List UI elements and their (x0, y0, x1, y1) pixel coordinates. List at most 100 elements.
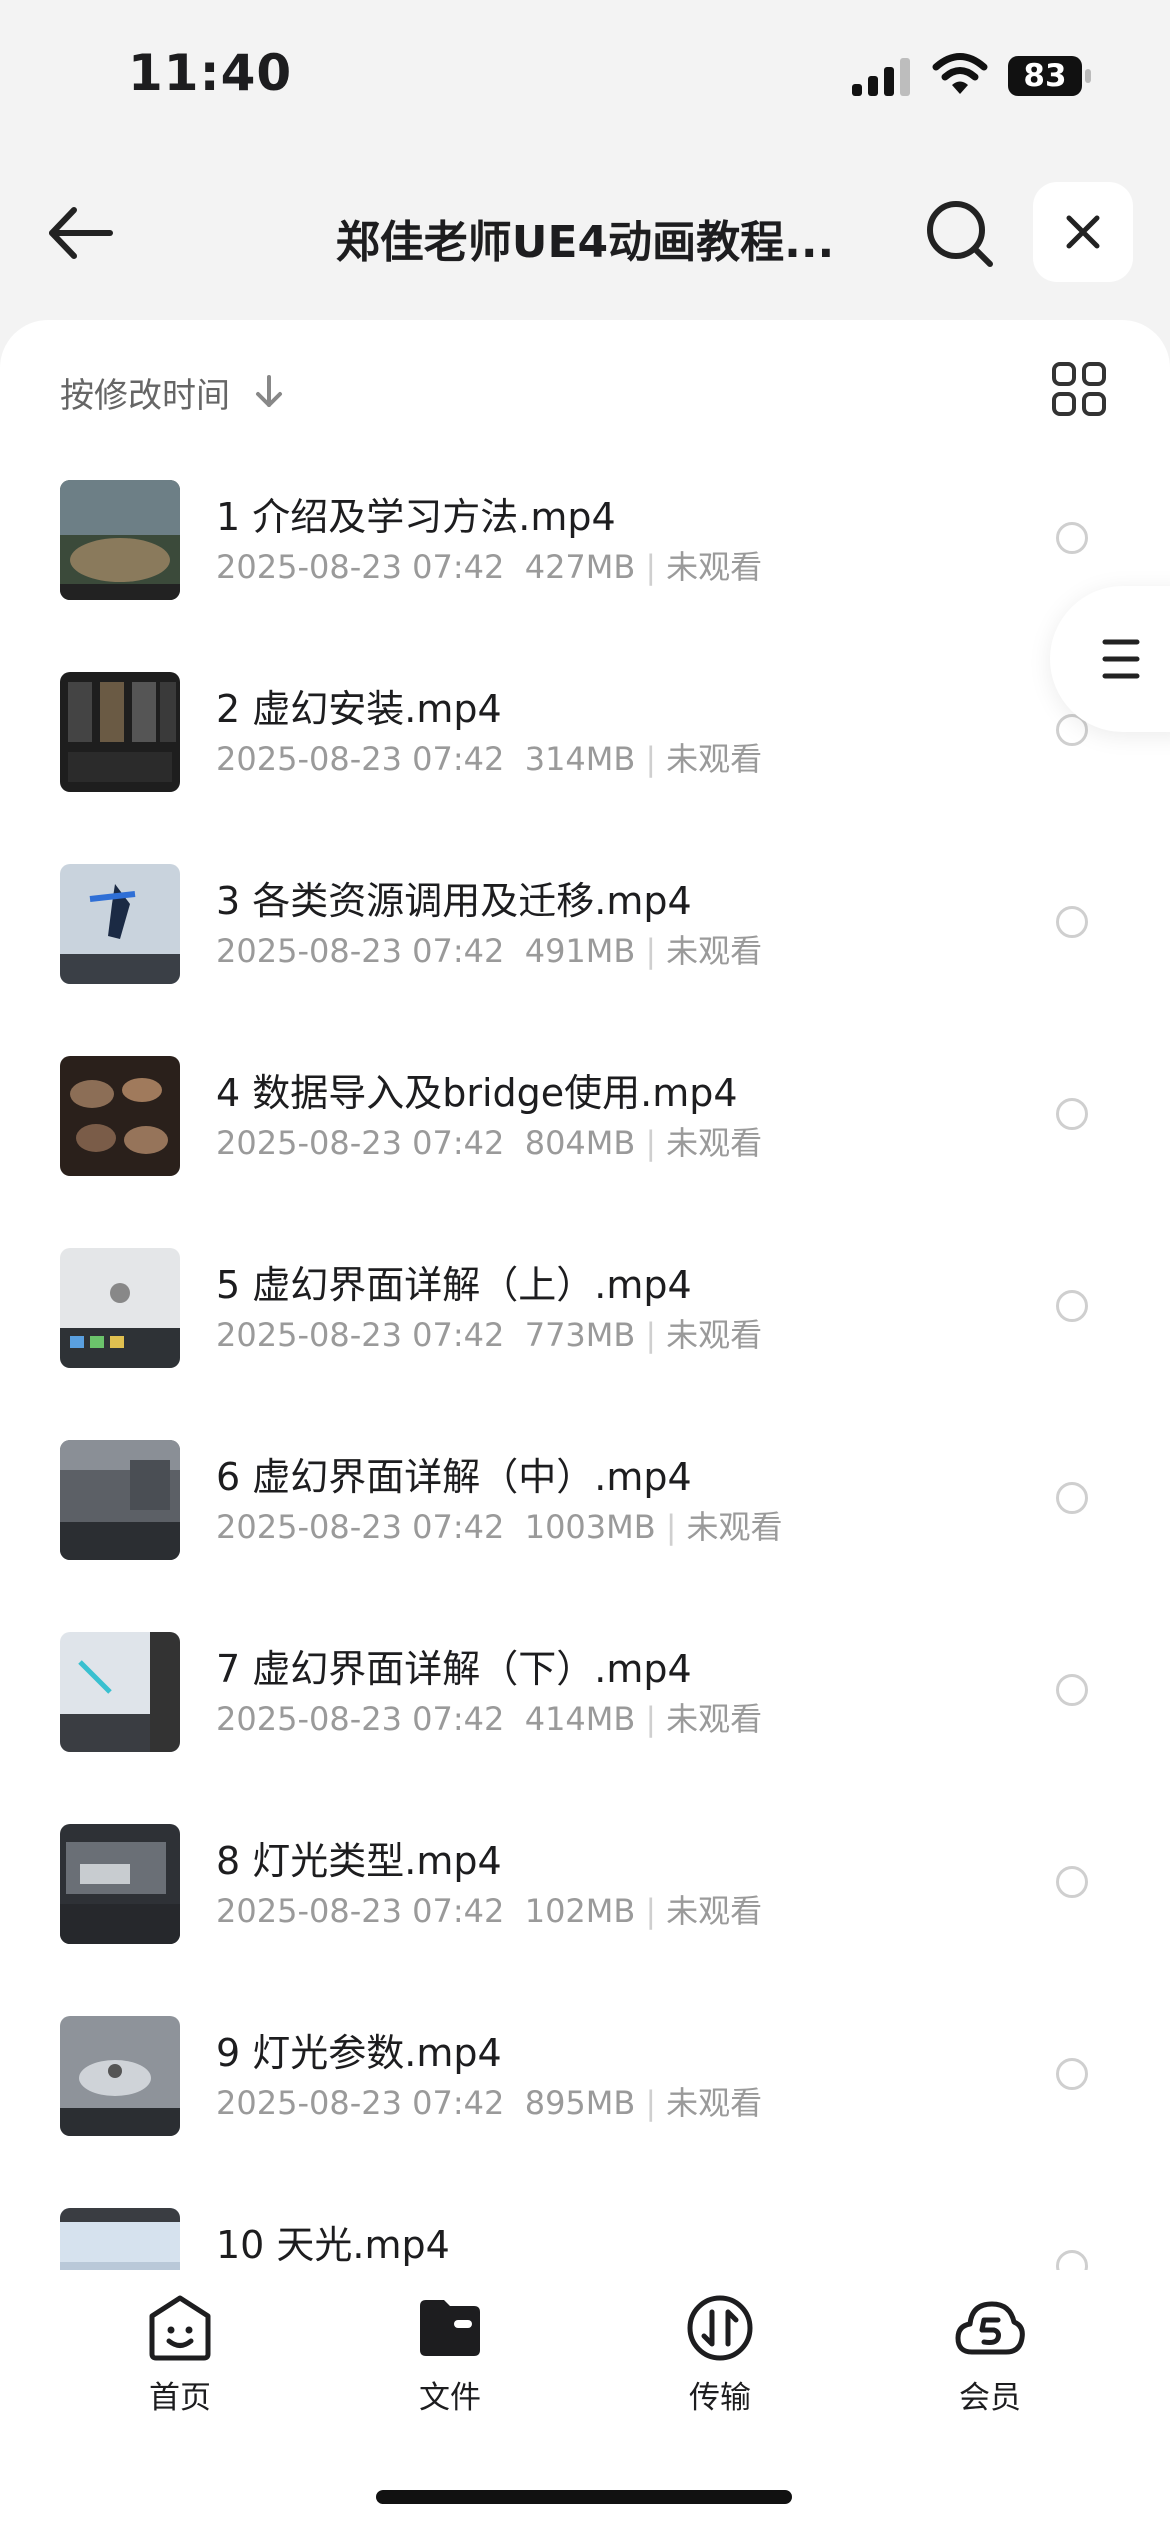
list-item[interactable]: 2 虚幻安装.mp4 2025-08-23 07:42 314MB | 未观看 (0, 672, 1170, 864)
file-name: 3 各类资源调用及迁移.mp4 (216, 879, 692, 923)
file-date: 2025-08-23 07:42 (216, 932, 505, 970)
file-size: 427MB (524, 548, 636, 586)
file-list: 1 介绍及学习方法.mp4 2025-08-23 07:42 427MB | 未观看… (0, 480, 1170, 2270)
search-icon[interactable] (922, 196, 998, 272)
file-size: 491MB (524, 932, 636, 970)
status-bar: 11:40 83 (0, 0, 1170, 150)
watch-status: 未观看 (666, 1316, 763, 1354)
file-size: 773MB (524, 1316, 636, 1354)
list-item[interactable]: 8 灯光类型.mp4 2025-08-23 07:42 102MB | 未观看 (0, 1824, 1170, 2016)
cellular-signal-icon (852, 58, 910, 96)
list-item[interactable]: 4 数据导入及bridge使用.mp4 2025-08-23 07:42 804… (0, 1056, 1170, 1248)
video-thumbnail (60, 864, 180, 984)
video-thumbnail (60, 1440, 180, 1560)
file-meta: 2025-08-23 07:42 414MB | 未观看 (216, 1700, 763, 1738)
file-size: 895MB (524, 2084, 636, 2122)
watch-status: 未观看 (666, 932, 763, 970)
file-name: 5 虚幻界面详解（上）.mp4 (216, 1263, 692, 1307)
file-size: 1003MB (524, 1508, 656, 1546)
file-date: 2025-08-23 07:42 (216, 548, 505, 586)
sort-label: 按修改时间 (60, 375, 230, 416)
file-date: 2025-08-23 07:42 (216, 1700, 505, 1738)
file-name: 6 虚幻界面详解（中）.mp4 (216, 1455, 692, 1499)
close-icon (1066, 215, 1100, 249)
select-radio[interactable] (1056, 2250, 1088, 2270)
tab-files-label: 文件 (419, 2380, 481, 2416)
list-item[interactable]: 3 各类资源调用及迁移.mp4 2025-08-23 07:42 491MB | 未… (0, 864, 1170, 1056)
watch-status: 未观看 (666, 1700, 763, 1738)
file-name: 1 介绍及学习方法.mp4 (216, 495, 616, 539)
tab-transfer[interactable]: 传输 (620, 2292, 820, 2416)
list-item[interactable]: 1 介绍及学习方法.mp4 2025-08-23 07:42 427MB | 未观看 (0, 480, 1170, 672)
file-date: 2025-08-23 07:42 (216, 1124, 505, 1162)
file-size: 314MB (524, 740, 636, 778)
cloud-s-icon (955, 2301, 1025, 2355)
watch-status: 未观看 (686, 1508, 783, 1546)
video-thumbnail (60, 1056, 180, 1176)
file-name: 9 灯光参数.mp4 (216, 2031, 502, 2075)
watch-status: 未观看 (666, 548, 763, 586)
battery-indicator: 83 (1008, 56, 1091, 96)
file-date: 2025-08-23 07:42 (216, 1892, 505, 1930)
tab-transfer-label: 传输 (689, 2380, 751, 2416)
list-item[interactable]: 6 虚幻界面详解（中）.mp4 2025-08-23 07:42 1003MB |… (0, 1440, 1170, 1632)
back-arrow-icon[interactable] (42, 198, 122, 268)
battery-level: 83 (1023, 58, 1067, 94)
select-radio[interactable] (1056, 1098, 1088, 1130)
select-radio[interactable] (1056, 1866, 1088, 1898)
tab-home-label: 首页 (149, 2380, 211, 2416)
file-date: 2025-08-23 07:42 (216, 2084, 505, 2122)
select-radio[interactable] (1056, 906, 1088, 938)
file-meta: 2025-08-23 07:42 491MB | 未观看 (216, 932, 763, 970)
file-name: 7 虚幻界面详解（下）.mp4 (216, 1647, 692, 1691)
sort-control[interactable]: 按修改时间 (60, 362, 286, 422)
file-meta: 2025-08-23 07:42 1003MB | 未观看 (216, 1508, 783, 1546)
page-title: 郑佳老师UE4动画教程... (335, 217, 835, 268)
tab-home[interactable]: 首页 (80, 2292, 280, 2416)
file-date: 2025-08-23 07:42 (216, 1316, 505, 1354)
grid-view-icon[interactable] (1050, 360, 1108, 418)
file-meta: 2025-08-23 07:42 895MB | 未观看 (216, 2084, 763, 2122)
watch-status: 未观看 (666, 1124, 763, 1162)
list-item[interactable]: 7 虚幻界面详解（下）.mp4 2025-08-23 07:42 414MB | 未… (0, 1632, 1170, 1824)
video-thumbnail (60, 480, 180, 600)
file-meta: 2025-08-23 07:42 102MB | 未观看 (216, 1892, 763, 1930)
list-item[interactable]: 9 灯光参数.mp4 2025-08-23 07:42 895MB | 未观看 (0, 2016, 1170, 2208)
file-name: 8 灯光类型.mp4 (216, 1839, 502, 1883)
tab-vip[interactable]: 会员 (890, 2292, 1090, 2416)
file-name: 2 虚幻安装.mp4 (216, 687, 502, 731)
select-radio[interactable] (1056, 2058, 1088, 2090)
list-item[interactable]: 5 虚幻界面详解（上）.mp4 2025-08-23 07:42 773MB | 未… (0, 1248, 1170, 1440)
select-radio[interactable] (1056, 1482, 1088, 1514)
select-radio[interactable] (1056, 1674, 1088, 1706)
wifi-icon (932, 53, 988, 94)
video-thumbnail (60, 2016, 180, 2136)
video-thumbnail (60, 2208, 180, 2270)
video-thumbnail (60, 672, 180, 792)
menu-icon (1102, 639, 1140, 679)
close-button[interactable] (1033, 182, 1133, 282)
tab-vip-label: 会员 (959, 2380, 1021, 2416)
file-date: 2025-08-23 07:42 (216, 740, 505, 778)
file-size: 414MB (524, 1700, 636, 1738)
home-indicator (376, 2490, 792, 2504)
select-radio[interactable] (1056, 522, 1088, 554)
file-meta: 2025-08-23 07:42 314MB | 未观看 (216, 740, 763, 778)
nav-bar: 郑佳老师UE4动画教程... (0, 170, 1170, 300)
list-item[interactable]: 10 天光.mp4 (0, 2208, 1170, 2270)
file-date: 2025-08-23 07:42 (216, 1508, 505, 1546)
tab-files[interactable]: 文件 (350, 2292, 550, 2416)
file-list-sheet: 按修改时间 1 介绍及学习方法.mp4 2025-08-23 07:42 427… (0, 320, 1170, 2270)
watch-status: 未观看 (666, 2084, 763, 2122)
smiley-face-icon (149, 2295, 211, 2361)
video-thumbnail (60, 1632, 180, 1752)
file-size: 804MB (524, 1124, 636, 1162)
file-meta: 2025-08-23 07:42 427MB | 未观看 (216, 548, 763, 586)
select-radio[interactable] (1056, 1290, 1088, 1322)
video-thumbnail (60, 1824, 180, 1944)
file-meta: 2025-08-23 07:42 804MB | 未观看 (216, 1124, 763, 1162)
file-name: 10 天光.mp4 (216, 2223, 450, 2267)
file-name: 4 数据导入及bridge使用.mp4 (216, 1071, 738, 1115)
file-size: 102MB (524, 1892, 636, 1930)
file-meta: 2025-08-23 07:42 773MB | 未观看 (216, 1316, 763, 1354)
